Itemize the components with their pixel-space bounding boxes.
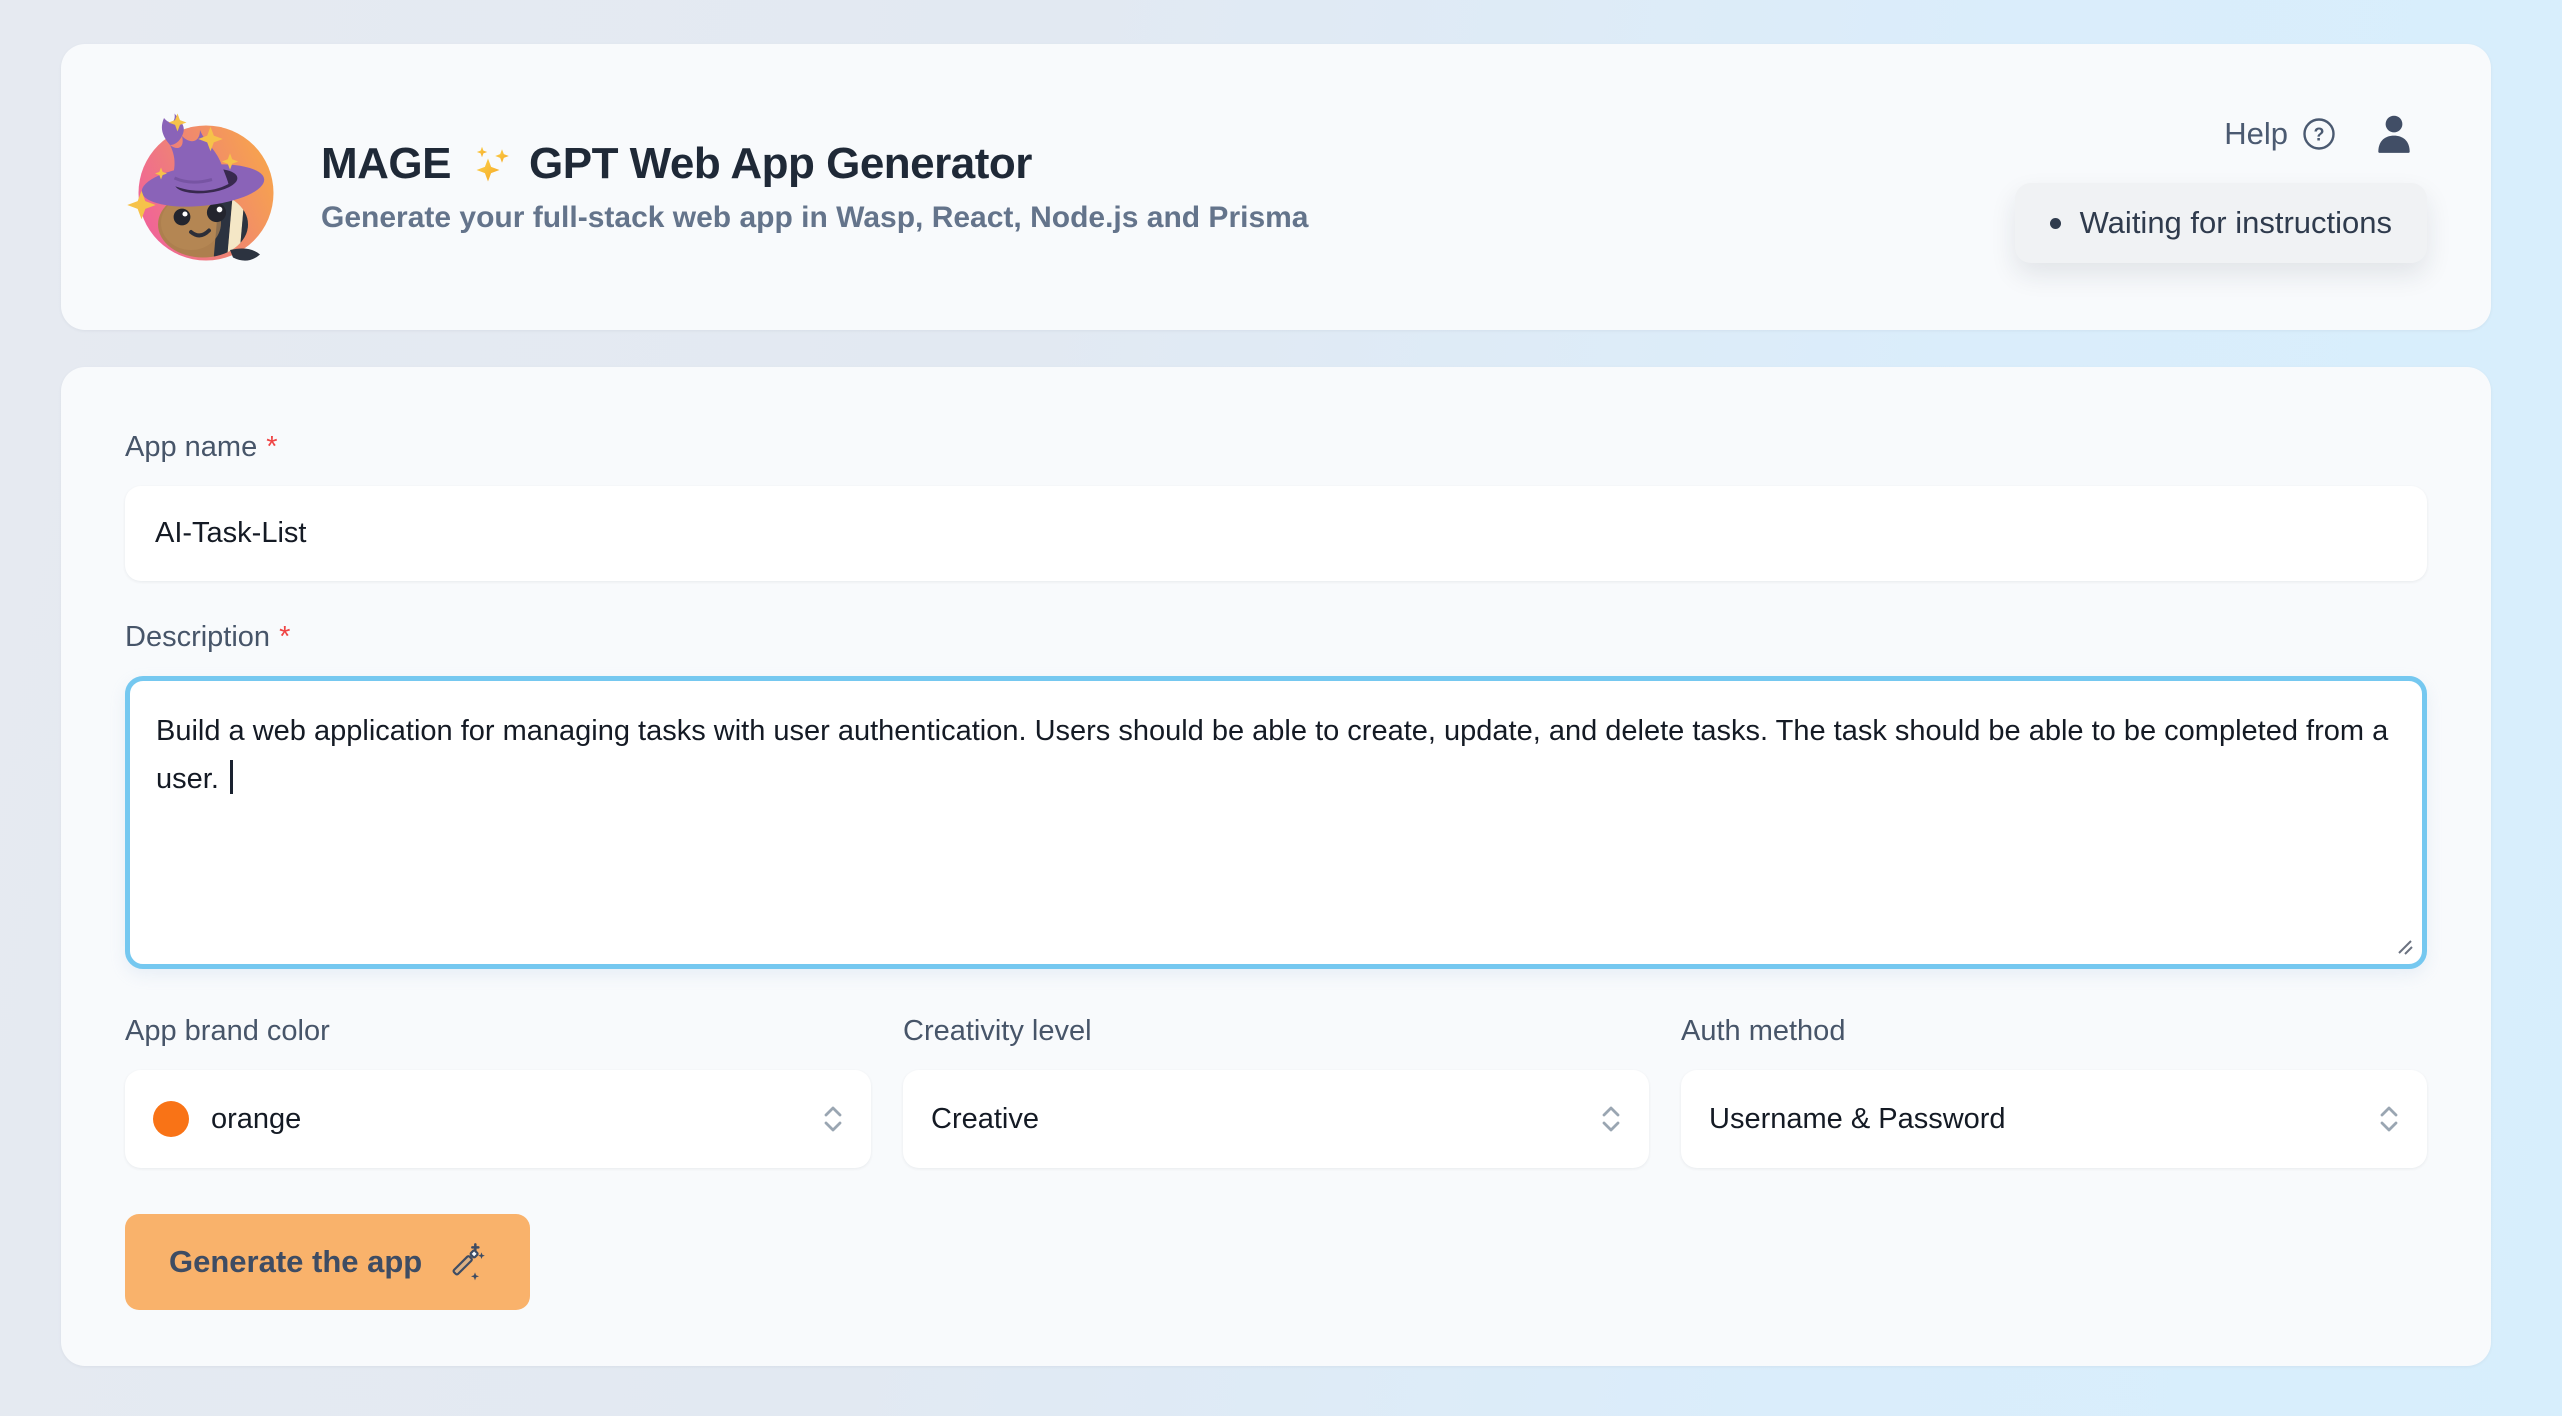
required-asterisk: * [266,431,277,464]
mage-wizard-bee-logo-icon [125,103,281,271]
title-rest: GPT Web App Generator [529,139,1032,189]
page: MAGE GPT Web App Generator Generate your… [0,0,2562,1416]
auth-method-select[interactable]: Username & Password [1681,1070,2427,1168]
help-link[interactable]: Help [2224,116,2288,152]
required-asterisk: * [279,621,290,654]
page-title: MAGE GPT Web App Generator [321,139,1309,189]
resize-grip-icon[interactable] [2395,937,2415,957]
auth-method-field: Auth method Username & Password [1681,1015,2427,1168]
chevron-up-down-icon [1599,1103,1623,1135]
brand-color-label: App brand color [125,1015,871,1048]
header-right: Help ? Waiting for instructions [2015,111,2427,263]
brand-color-select[interactable]: orange [125,1070,871,1168]
sparkles-icon [467,141,513,187]
user-profile-icon[interactable] [2371,111,2417,157]
magic-wand-sparkles-icon [446,1242,486,1282]
status-text: Waiting for instructions [2080,205,2392,241]
orange-color-swatch-icon [153,1101,189,1137]
question-circle-icon[interactable]: ? [2301,116,2337,152]
options-row: App brand color orange Creativity level [125,1015,2427,1168]
description-label: Description * [125,621,2427,654]
title-word-mage: MAGE [321,139,451,189]
generate-app-button[interactable]: Generate the app [125,1214,530,1310]
help-row: Help ? [2224,111,2417,157]
creativity-level-field: Creativity level Creative [903,1015,1649,1168]
app-form-card: App name * Description * Build a web app… [61,367,2491,1366]
creativity-level-value: Creative [931,1103,1039,1136]
brand-color-value: orange [211,1103,301,1136]
description-textarea[interactable]: Build a web application for managing tas… [125,676,2427,969]
chevron-up-down-icon [2377,1103,2401,1135]
description-text: Build a web application for managing tas… [156,715,2388,795]
header-card: MAGE GPT Web App Generator Generate your… [61,44,2491,330]
text-cursor [230,760,233,794]
brand-color-field: App brand color orange [125,1015,871,1168]
auth-method-value: Username & Password [1709,1103,2006,1136]
auth-method-label: Auth method [1681,1015,2427,1048]
creativity-level-label: Creativity level [903,1015,1649,1048]
svg-text:?: ? [2314,125,2325,145]
page-subtitle: Generate your full-stack web app in Wasp… [321,201,1309,235]
creativity-level-select[interactable]: Creative [903,1070,1649,1168]
generate-app-button-label: Generate the app [169,1244,422,1280]
chevron-up-down-icon [821,1103,845,1135]
app-name-label: App name * [125,431,2427,464]
title-block: MAGE GPT Web App Generator Generate your… [321,139,1309,235]
status-badge: Waiting for instructions [2015,183,2427,263]
status-dot-icon [2050,218,2061,229]
app-name-input[interactable] [125,486,2427,581]
